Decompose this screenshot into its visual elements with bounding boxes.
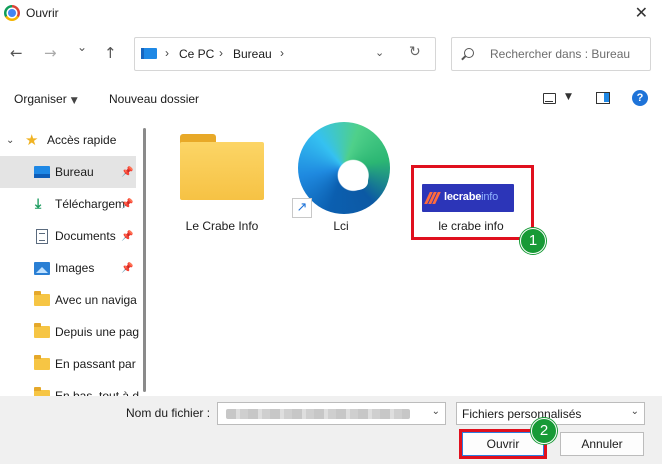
star-icon: ★ (25, 131, 39, 149)
folder-icon (34, 355, 50, 370)
up-arrow-icon[interactable]: ↑ (104, 44, 117, 62)
filename-input[interactable]: ⌄ (217, 402, 446, 425)
image-icon (34, 261, 50, 275)
title-bar: Ouvrir ✕ (0, 0, 662, 28)
address-bar[interactable]: › Ce PC › Bureau › ⌄ ↻ (134, 37, 436, 71)
file-label: Le Crabe Info (185, 219, 259, 233)
pin-icon: 📌 (121, 198, 134, 210)
sidebar-item-images[interactable]: Images 📌 (0, 252, 136, 284)
step-marker-2: 2 (531, 418, 557, 444)
sidebar-item-documents[interactable]: Documents 📌 (0, 220, 136, 252)
file-item-shortcut[interactable]: ↗ Lci (282, 118, 402, 238)
sidebar-item-folder[interactable]: Depuis une pag (0, 316, 140, 348)
pin-icon: 📌 (121, 230, 134, 242)
file-item-folder[interactable]: Le Crabe Info (152, 118, 292, 238)
highlight-box (411, 165, 534, 240)
breadcrumb-separator-icon[interactable]: › (219, 46, 223, 60)
navigation-bar: ← → ⌄ ↑ › Ce PC › Bureau › ⌄ ↻ Recherche… (0, 36, 662, 74)
help-icon[interactable]: ? (632, 90, 648, 106)
chevron-down-icon[interactable]: ⌄ (432, 406, 440, 417)
sidebar-item-label: Téléchargem (55, 197, 126, 211)
chevron-down-icon: ⌄ (630, 406, 639, 417)
breadcrumb-ce-pc[interactable]: Ce PC (179, 47, 214, 61)
file-list: Le Crabe Info ↗ Lci lecrabeinfo le crabe… (152, 118, 662, 398)
command-toolbar: Organiser ▼ Nouveau dossier ▼ ? (0, 86, 662, 114)
address-dropdown-icon[interactable]: ⌄ (375, 46, 384, 59)
pin-icon: 📌 (121, 262, 134, 274)
download-icon: ⤓ (35, 196, 42, 212)
preview-pane-icon[interactable] (596, 92, 610, 104)
document-icon (36, 228, 48, 244)
cancel-button[interactable]: Annuler (560, 432, 644, 456)
organize-menu-button[interactable]: Organiser ▼ (14, 92, 78, 106)
navigation-pane: ⌄ ★ Accès rapide Bureau 📌 ⤓ Téléchargem … (0, 120, 150, 400)
folder-icon (180, 134, 264, 200)
sidebar-item-folder[interactable]: Avec un naviga (0, 284, 137, 316)
sidebar-item-label: Accès rapide (47, 133, 117, 147)
shortcut-arrow-icon: ↗ (292, 198, 312, 218)
new-folder-button[interactable]: Nouveau dossier (109, 92, 199, 106)
sidebar-item-label: En passant par (55, 357, 136, 371)
breadcrumb-separator-icon[interactable]: › (165, 46, 169, 60)
sidebar-item-label: Images (55, 261, 95, 275)
forward-arrow-icon[interactable]: → (44, 44, 57, 62)
breadcrumb-bureau[interactable]: Bureau (233, 47, 272, 61)
sidebar-item-downloads[interactable]: ⤓ Téléchargem 📌 (0, 188, 136, 220)
chevron-down-icon: ▼ (70, 96, 78, 106)
folder-icon (34, 291, 50, 306)
filetype-value: Fichiers personnalisés (462, 407, 582, 421)
recent-locations-chevron-icon[interactable]: ⌄ (77, 40, 87, 54)
chevron-down-icon[interactable]: ⌄ (6, 135, 14, 146)
sidebar-item-quick-access[interactable]: ⌄ ★ Accès rapide (0, 124, 136, 156)
chrome-icon (4, 5, 20, 21)
search-box[interactable]: Rechercher dans : Bureau (451, 37, 651, 71)
back-arrow-icon[interactable]: ← (10, 44, 23, 62)
folder-icon (34, 323, 50, 338)
sidebar-item-label: Depuis une pag (55, 325, 140, 339)
change-view-icon[interactable] (543, 93, 556, 104)
footer-bar: Nom du fichier : ⌄ Fichiers personnalisé… (0, 396, 662, 464)
step-marker-1: 1 (520, 228, 546, 254)
window-title: Ouvrir (26, 6, 59, 20)
filename-label: Nom du fichier : (126, 406, 211, 420)
refresh-icon[interactable]: ↻ (409, 44, 421, 60)
pin-icon: 📌 (121, 166, 134, 178)
close-icon[interactable]: ✕ (635, 3, 648, 22)
search-icon (464, 48, 474, 58)
sidebar-item-label: Documents (55, 229, 116, 243)
sidebar-item-label: Avec un naviga (55, 293, 137, 307)
breadcrumb-separator-icon[interactable]: › (280, 46, 284, 60)
sidebar-scrollbar[interactable] (143, 128, 146, 392)
organize-label: Organiser (14, 92, 67, 106)
sidebar-item-label: Bureau (55, 165, 94, 179)
search-input[interactable]: Rechercher dans : Bureau (490, 47, 630, 61)
sidebar-item-bureau[interactable]: Bureau 📌 (0, 156, 136, 188)
blurred-filename (226, 409, 410, 419)
desktop-icon (34, 166, 50, 178)
file-label: Lci (333, 219, 349, 233)
chevron-down-icon[interactable]: ▼ (565, 92, 572, 102)
computer-icon (141, 48, 157, 59)
sidebar-item-folder[interactable]: En passant par (0, 348, 136, 380)
